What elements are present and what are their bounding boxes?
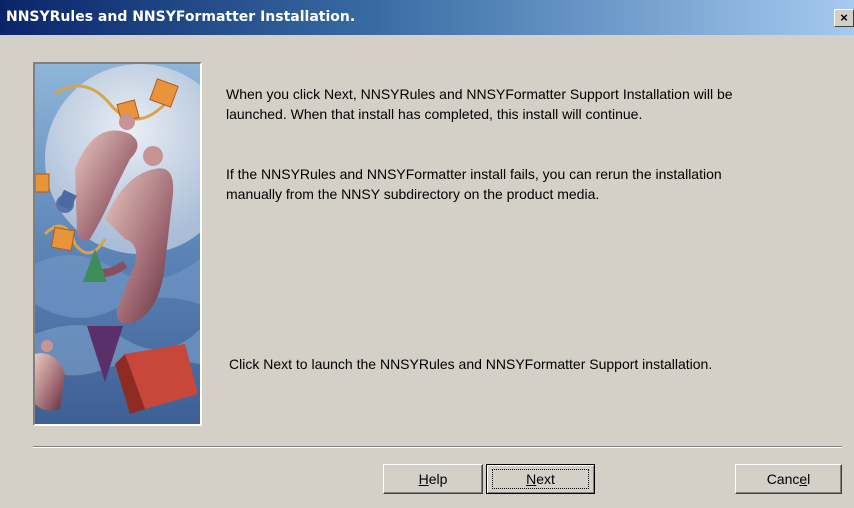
title-bar[interactable]: NNSYRules and NNSYFormatter Installation…: [0, 0, 854, 35]
next-button[interactable]: Next: [486, 464, 595, 494]
next-label-suffix: ext: [536, 470, 555, 487]
installer-dialog: NNSYRules and NNSYFormatter Installation…: [0, 0, 854, 508]
button-separator: [33, 446, 842, 448]
failure-message: If the NNSYRules and NNSYFormatter insta…: [226, 164, 722, 204]
cancel-label-prefix: Canc: [766, 470, 800, 487]
installer-artwork: [33, 62, 202, 426]
cancel-mnemonic: e: [799, 470, 808, 487]
cancel-label-suffix: l: [807, 470, 811, 487]
install-message: When you click Next, NNSYRules and NNSYF…: [226, 84, 733, 124]
failure-message-line-2: manually from the NNSY subdirectory on t…: [226, 186, 600, 202]
next-mnemonic: N: [526, 470, 537, 487]
close-button[interactable]: ×: [834, 9, 854, 27]
launch-instruction: Click Next to launch the NNSYRules and N…: [229, 356, 713, 372]
window-title: NNSYRules and NNSYFormatter Installation…: [6, 9, 356, 25]
install-message-line-2: launched. When that install has complete…: [226, 106, 643, 122]
help-mnemonic: H: [418, 470, 429, 487]
help-label-suffix: elp: [428, 470, 448, 487]
next-label: Next: [526, 471, 555, 487]
help-button[interactable]: Help: [383, 464, 483, 494]
cancel-button[interactable]: Cancel: [735, 464, 842, 494]
close-icon: ×: [840, 10, 848, 25]
install-message-line-1: When you click Next, NNSYRules and NNSYF…: [226, 86, 733, 102]
failure-message-line-1: If the NNSYRules and NNSYFormatter insta…: [226, 166, 722, 182]
